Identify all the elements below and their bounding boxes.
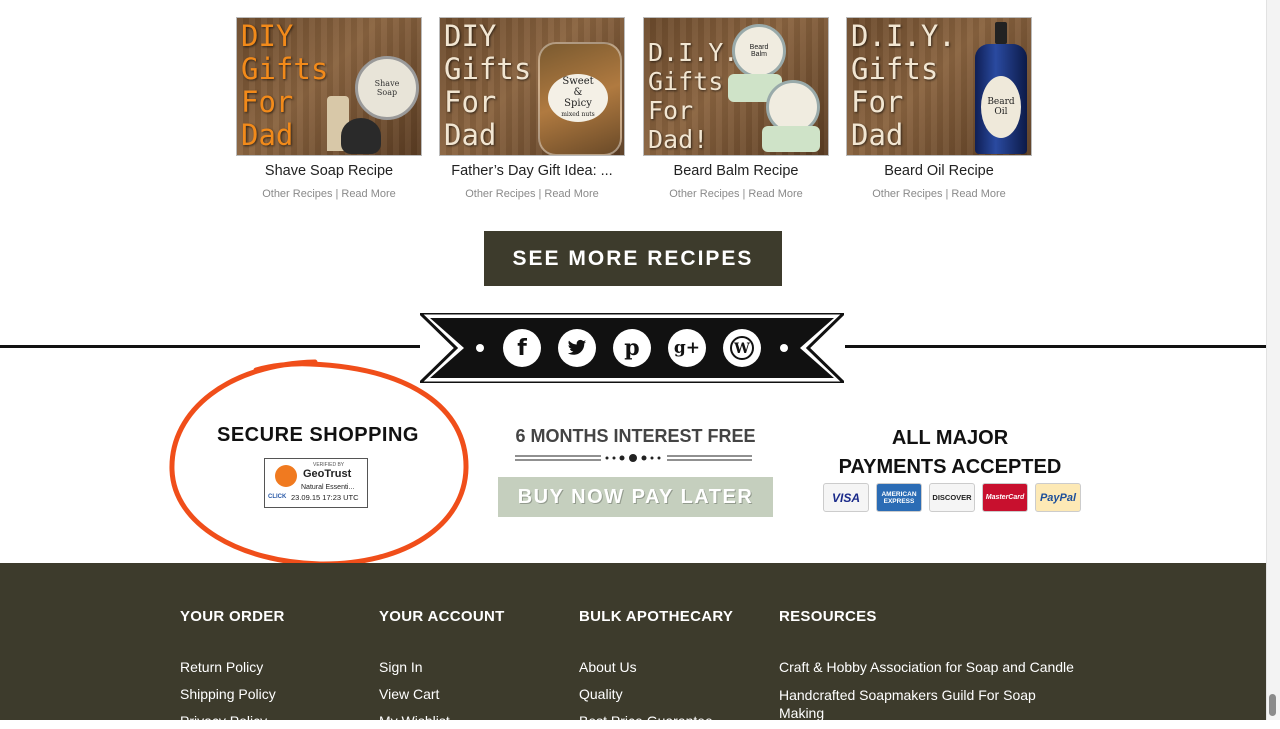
thumbnail-caption: D.I.Y. Gifts For Dad! xyxy=(648,38,739,154)
hand-drawn-circle-annotation xyxy=(169,359,469,567)
payments-title: ALL MAJOR PAYMENTS ACCEPTED xyxy=(820,424,1080,482)
balm-tin-top: Beard Balm xyxy=(732,24,786,78)
category-link[interactable]: Other Recipes xyxy=(872,188,942,200)
footer-link-view-cart[interactable]: View Cart xyxy=(379,686,505,702)
footer-column-bulk-apothecary: BULK APOTHECARY About Us Quality Best Pr… xyxy=(579,608,733,729)
recipe-thumbnail[interactable]: D.I.Y. Gifts For Dad! Beard Balm xyxy=(643,17,829,156)
page-scrollbar[interactable] xyxy=(1266,0,1280,720)
footer-heading: RESOURCES xyxy=(779,608,877,625)
pinterest-icon[interactable]: p xyxy=(613,329,651,367)
recipe-card[interactable]: DIY Gifts For Dad Shave Soap Shave Soap … xyxy=(236,17,422,200)
mastercard-card-icon: MasterCard xyxy=(982,483,1028,512)
recipe-title[interactable]: Beard Oil Recipe xyxy=(846,163,1032,179)
thumbnail-caption: DIY Gifts For Dad xyxy=(444,19,532,152)
recipe-meta: Other Recipes | Read More xyxy=(872,188,1006,200)
category-link[interactable]: Other Recipes xyxy=(669,188,739,200)
recipe-card[interactable]: DIY Gifts For Dad Sweet & Spicy mixed nut… xyxy=(439,17,625,200)
footer-link-quality[interactable]: Quality xyxy=(579,686,733,702)
category-link[interactable]: Other Recipes xyxy=(262,188,332,200)
footer-link-sign-in[interactable]: Sign In xyxy=(379,659,505,675)
shaving-brush xyxy=(341,118,381,154)
paypal-card-icon: PayPal xyxy=(1035,483,1081,512)
footer-heading: YOUR ACCOUNT xyxy=(379,608,505,625)
category-link[interactable]: Other Recipes xyxy=(465,188,535,200)
footer-column-your-order: YOUR ORDER Return Policy Shipping Policy… xyxy=(180,608,285,729)
read-more-link[interactable]: Read More xyxy=(544,188,598,200)
read-more-link[interactable]: Read More xyxy=(341,188,395,200)
footer-link-about-us[interactable]: About Us xyxy=(579,659,733,675)
footer-link-return-policy[interactable]: Return Policy xyxy=(180,659,285,675)
recipe-thumbnail[interactable]: D.I.Y. Gifts For Dad Beard Oil xyxy=(846,17,1032,156)
google-plus-icon[interactable]: g+ xyxy=(668,329,706,367)
buy-now-pay-later-button[interactable]: BUY NOW PAY LATER xyxy=(498,477,773,517)
bottle-label: Beard Oil xyxy=(981,76,1021,138)
visa-card-icon: VISA xyxy=(823,483,869,512)
scrollbar-thumb[interactable] xyxy=(1269,694,1276,716)
footer-column-resources: RESOURCES Craft & Hobby Association for … xyxy=(779,608,1089,722)
thumbnail-caption: D.I.Y. Gifts For Dad xyxy=(851,19,956,152)
payments-title-line1: ALL MAJOR xyxy=(891,427,1009,449)
footer-link-privacy-policy[interactable]: Privacy Policy xyxy=(180,713,285,729)
footer-link-craft-hobby-association[interactable]: Craft & Hobby Association for Soap and C… xyxy=(779,659,1089,675)
wordpress-icon[interactable]: W xyxy=(723,329,761,367)
footer-column-your-account: YOUR ACCOUNT Sign In View Cart My Wishli… xyxy=(379,608,505,729)
amex-card-icon: AMERICAN EXPRESS xyxy=(876,483,922,512)
soap-jar-lid: Shave Soap xyxy=(355,56,419,120)
svg-text:W: W xyxy=(733,341,750,357)
recipe-card[interactable]: D.I.Y. Gifts For Dad! Beard Balm Beard B… xyxy=(643,17,829,200)
divider-left xyxy=(0,345,420,348)
balm-tin-2 xyxy=(762,126,820,152)
recipe-thumbnail[interactable]: DIY Gifts For Dad Shave Soap xyxy=(236,17,422,156)
payments-title-line2: PAYMENTS ACCEPTED xyxy=(838,456,1062,478)
facebook-icon[interactable]: f xyxy=(503,329,541,367)
ornamental-divider xyxy=(515,452,752,464)
footer-link-my-wishlist[interactable]: My Wishlist xyxy=(379,713,505,729)
footer-link-best-price-guarantee[interactable]: Best Price Guarantee xyxy=(579,713,733,729)
interest-free-title: 6 MONTHS INTEREST FREE xyxy=(515,426,756,446)
jar-label: Sweet & Spicy mixed nuts xyxy=(548,74,608,122)
twitter-icon[interactable] xyxy=(558,329,596,367)
recipe-meta: Other Recipes | Read More xyxy=(262,188,396,200)
recipe-title[interactable]: Father’s Day Gift Idea: ... xyxy=(439,163,625,179)
divider-right xyxy=(845,345,1266,348)
payment-card-list: VISA AMERICAN EXPRESS DISCOVER MasterCar… xyxy=(823,483,1081,512)
footer-link-handcrafted-soapmakers-guild[interactable]: Handcrafted Soapmakers Guild For Soap Ma… xyxy=(779,686,1049,722)
read-more-link[interactable]: Read More xyxy=(748,188,802,200)
recipe-meta: Other Recipes | Read More xyxy=(669,188,803,200)
recipe-title[interactable]: Beard Balm Recipe xyxy=(643,163,829,179)
footer-heading: YOUR ORDER xyxy=(180,608,285,625)
recipe-thumbnail[interactable]: DIY Gifts For Dad Sweet & Spicy mixed nut… xyxy=(439,17,625,156)
recipe-meta: Other Recipes | Read More xyxy=(465,188,599,200)
see-more-recipes-button[interactable]: SEE MORE RECIPES xyxy=(484,231,782,286)
thumbnail-caption: DIY Gifts For Dad xyxy=(241,19,329,152)
recipe-card[interactable]: D.I.Y. Gifts For Dad Beard Oil Beard Oil… xyxy=(846,17,1032,200)
read-more-link[interactable]: Read More xyxy=(951,188,1005,200)
footer-link-shipping-policy[interactable]: Shipping Policy xyxy=(180,686,285,702)
recipe-grid: DIY Gifts For Dad Shave Soap Shave Soap … xyxy=(236,17,1036,207)
discover-card-icon: DISCOVER xyxy=(929,483,975,512)
bottle-dropper xyxy=(995,22,1007,44)
recipe-title[interactable]: Shave Soap Recipe xyxy=(236,163,422,179)
footer-heading: BULK APOTHECARY xyxy=(579,608,734,625)
